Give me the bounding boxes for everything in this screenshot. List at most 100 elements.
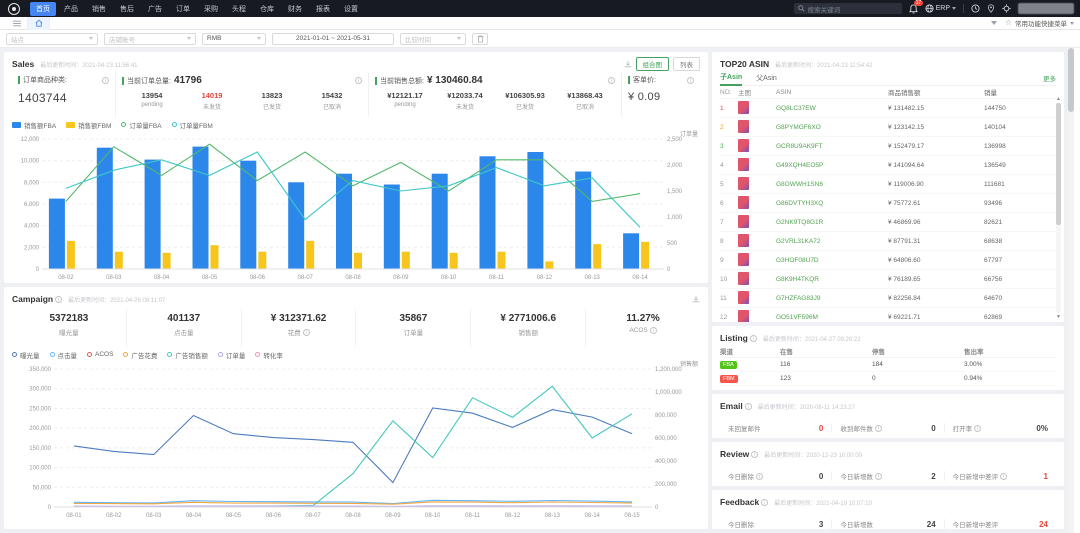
asin-link[interactable]: GQ8LC37EW: [776, 105, 888, 112]
asin-link[interactable]: G2VRL31KA72: [776, 238, 888, 245]
info-icon[interactable]: i: [303, 329, 310, 336]
asin-link[interactable]: G3HOF08U7D: [776, 257, 888, 264]
campaign-kpi-label: 花费i: [242, 327, 356, 337]
tab-child-asin[interactable]: 子Asin: [720, 70, 742, 86]
grid-icon: [13, 20, 21, 27]
kpi-sub-value: ¥12121.17: [375, 91, 435, 100]
nav-item-广告[interactable]: 广告: [142, 2, 168, 16]
more-link[interactable]: 更多: [1043, 73, 1056, 83]
export-icon[interactable]: [624, 60, 632, 68]
asin-link[interactable]: GCR8U9AK9FT: [776, 143, 888, 150]
settings-icon[interactable]: [1002, 4, 1011, 13]
help-icon[interactable]: [971, 4, 980, 13]
nav-item-采购[interactable]: 采购: [198, 2, 224, 16]
nav-item-财务[interactable]: 财务: [282, 2, 308, 16]
legend-item-订单量[interactable]: 订单量: [218, 350, 246, 360]
asin-link[interactable]: GO51VF596M: [776, 314, 888, 321]
nav-item-仓库[interactable]: 仓库: [254, 2, 280, 16]
asin-link[interactable]: G8PYMGF6XO: [776, 124, 888, 131]
legend-item-广告销售额[interactable]: 广告销售额: [167, 350, 208, 360]
legend-item-订单量FBM[interactable]: 订单量FBM: [172, 120, 213, 130]
kpi-sub-value: 13823: [242, 91, 302, 100]
nav-item-产品[interactable]: 产品: [58, 2, 84, 16]
stat-value: 24: [1039, 520, 1048, 529]
svg-text:12,000: 12,000: [21, 137, 40, 143]
legend-item-ACOS[interactable]: ACOS: [87, 351, 113, 358]
legend-item-广告花费[interactable]: 广告花费: [123, 350, 157, 360]
site-select[interactable]: 站点: [6, 33, 98, 45]
asin-link[interactable]: G49XQH4EO5P: [776, 162, 888, 169]
legend-item-曝光量[interactable]: 曝光量: [12, 350, 40, 360]
location-icon[interactable]: [987, 4, 995, 13]
user-avatar[interactable]: [1018, 3, 1074, 14]
svg-text:08-12: 08-12: [505, 513, 521, 519]
info-icon[interactable]: i: [102, 77, 109, 84]
legend-item-销售额FBA[interactable]: 销售额FBA: [12, 120, 56, 130]
currency-select[interactable]: RMB: [202, 33, 266, 45]
stat-item: 今日新增数i2: [831, 471, 943, 481]
nav-item-设置[interactable]: 设置: [338, 2, 364, 16]
campaign-chart-legend: 曝光量点击量 ACOS 广告花费广告销售额订单量转化率: [12, 349, 700, 360]
app-logo-icon[interactable]: [8, 3, 20, 15]
scroll-down-icon[interactable]: ▼: [1056, 314, 1061, 320]
row-qty: 68638: [984, 238, 1056, 245]
stat-label: 未回复邮件: [728, 423, 761, 433]
svg-text:1,000: 1,000: [667, 215, 683, 221]
info-icon[interactable]: i: [1000, 473, 1007, 480]
tab-home[interactable]: [28, 17, 50, 30]
asin-link[interactable]: G86DVTYH3XQ: [776, 200, 888, 207]
sales-combo-chart: 02,0004,0006,0008,00010,00012,00005001,0…: [12, 130, 700, 282]
info-icon[interactable]: i: [355, 77, 362, 84]
asin-link[interactable]: G8K9H4TKQR: [776, 276, 888, 283]
row-rank: 3: [720, 143, 738, 150]
info-icon[interactable]: i: [745, 403, 752, 410]
legend-item-转化率[interactable]: 转化率: [255, 350, 283, 360]
account-select[interactable]: 店铺账号: [104, 33, 196, 45]
page-scrollbar[interactable]: [1068, 48, 1074, 533]
info-icon[interactable]: i: [756, 473, 763, 480]
global-search-input[interactable]: 搜索关键词: [794, 3, 902, 14]
kpi-sub-label: 未发货: [435, 102, 495, 111]
off-sale-value: 0: [872, 375, 964, 382]
svg-text:350,000: 350,000: [29, 367, 51, 373]
info-icon[interactable]: i: [751, 451, 758, 458]
asin-link[interactable]: G8OWWH1SN6: [776, 181, 888, 188]
scroll-up-icon[interactable]: ▲: [1056, 96, 1061, 102]
review-title: Review: [720, 449, 749, 459]
tab-parent-asin[interactable]: 父Asin: [756, 71, 777, 85]
compare-select[interactable]: 比较时间: [400, 33, 466, 45]
notifications-button[interactable]: 17: [909, 4, 918, 14]
nav-item-报表[interactable]: 报表: [310, 2, 336, 16]
info-icon[interactable]: i: [750, 335, 757, 342]
date-range-input[interactable]: 2021-01-01 ~ 2021-05-31: [272, 33, 394, 45]
collapse-chevron-icon[interactable]: [991, 21, 997, 25]
nav-item-售后[interactable]: 售后: [114, 2, 140, 16]
nav-item-首页[interactable]: 首页: [30, 2, 56, 16]
nav-item-头程[interactable]: 头程: [226, 2, 252, 16]
info-icon[interactable]: i: [608, 77, 615, 84]
asin-table-scrollbar[interactable]: ▲ ▼: [1055, 96, 1062, 320]
legend-item-点击量[interactable]: 点击量: [50, 350, 78, 360]
list-view-button[interactable]: 列表: [673, 57, 700, 71]
asin-link[interactable]: G2NK9TQ8G1R: [776, 219, 888, 226]
erp-dropdown[interactable]: ERP: [925, 4, 956, 13]
quick-access-dropdown[interactable]: ☆ 常用功能快捷菜单: [1005, 18, 1074, 28]
info-icon[interactable]: i: [974, 425, 981, 432]
table-row: 6G86DVTYH3XQ¥ 75772.6193496: [720, 194, 1056, 213]
info-icon[interactable]: i: [875, 473, 882, 480]
tab-menu-grid[interactable]: [6, 17, 28, 30]
info-icon[interactable]: i: [761, 499, 768, 506]
nav-item-订单[interactable]: 订单: [170, 2, 196, 16]
asin-link[interactable]: G7HZFAG83J9: [776, 295, 888, 302]
nav-item-销售[interactable]: 销售: [86, 2, 112, 16]
clear-filter-button[interactable]: [472, 33, 488, 45]
info-icon[interactable]: i: [875, 425, 882, 432]
info-icon[interactable]: i: [650, 327, 657, 334]
export-icon[interactable]: [692, 295, 700, 303]
info-icon[interactable]: i: [687, 77, 694, 84]
legend-item-销售额FBM[interactable]: 销售额FBM: [66, 120, 111, 130]
info-icon[interactable]: i: [55, 296, 62, 303]
scrollbar-thumb[interactable]: [1068, 48, 1074, 112]
legend-item-订单量FBA[interactable]: 订单量FBA: [121, 120, 161, 130]
combo-chart-button[interactable]: 组合图: [636, 57, 670, 71]
